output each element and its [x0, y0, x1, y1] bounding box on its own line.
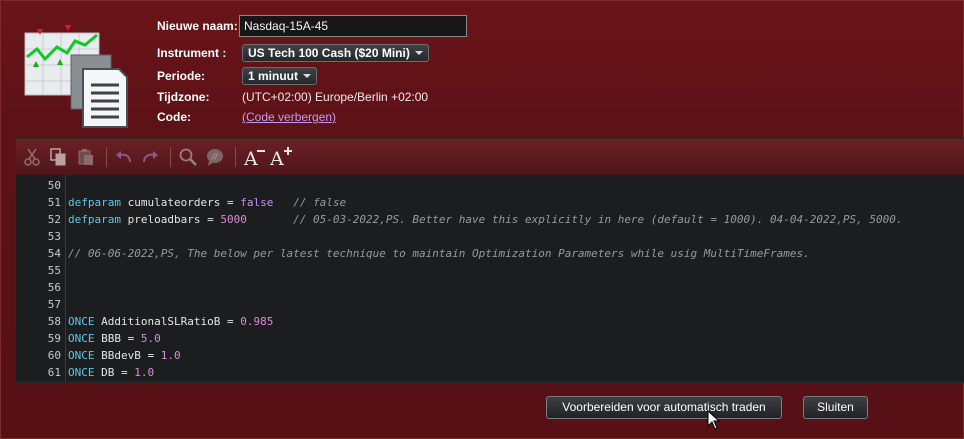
code-line: 53 — [16, 228, 964, 245]
instrument-value: US Tech 100 Cash ($20 Mini) — [248, 46, 410, 60]
code-keyword: ONCE — [68, 332, 95, 345]
period-value: 1 minuut — [248, 69, 298, 83]
code-line: 54 // 06-06-2022,PS, The below per latest… — [16, 245, 964, 262]
code-comment: // 06-06-2022,PS, The below per latest t… — [68, 247, 810, 260]
font-increase-icon[interactable]: A — [269, 147, 294, 170]
cut-icon[interactable] — [22, 147, 42, 167]
instrument-dropdown[interactable]: US Tech 100 Cash ($20 Mini) — [242, 44, 429, 62]
code-text: ONCE DB = 1.0 — [68, 364, 154, 381]
code-keyword: ONCE — [68, 366, 95, 379]
editor-toolbar: // A A — [16, 139, 964, 176]
line-number: 61 — [47, 366, 61, 379]
code-label: Code: — [157, 110, 191, 124]
code-identifier: cumulateorders — [120, 196, 227, 209]
code-value: 1.0 — [134, 366, 155, 379]
line-number: 51 — [47, 196, 61, 209]
code-operator: = — [127, 332, 141, 345]
line-number: 58 — [47, 315, 61, 328]
code-operator: = — [147, 349, 161, 362]
code-keyword: ONCE — [68, 315, 95, 328]
code-operator: = — [226, 315, 241, 328]
code-value: 5.0 — [140, 332, 161, 345]
paste-icon[interactable] — [76, 147, 96, 167]
code-line: 57 — [16, 296, 964, 313]
code-line: 60 ONCE BBdevB = 1.0 — [16, 347, 964, 364]
code-text: defparam preloadbars = 5000 // 05-03-202… — [68, 211, 902, 228]
code-text: ONCE AdditionalSLRatioB = 0.985 — [68, 313, 273, 330]
code-text: defparam cumulateorders = false // false — [68, 194, 346, 211]
search-icon[interactable] — [178, 147, 198, 167]
program-logo-icon — [24, 25, 128, 128]
toolbar-separator — [106, 147, 107, 167]
copy-icon[interactable] — [48, 147, 68, 167]
code-operator: = — [226, 196, 241, 209]
close-button[interactable]: Sluiten — [803, 396, 868, 419]
code-line: 50 — [16, 177, 964, 194]
code-keyword: defparam — [68, 196, 121, 209]
line-number: 56 — [47, 281, 61, 294]
code-comment: // false — [273, 196, 347, 209]
line-number: 57 — [47, 298, 61, 311]
svg-text:A: A — [244, 148, 258, 167]
name-input[interactable] — [239, 15, 467, 37]
redo-icon[interactable] — [140, 147, 160, 167]
code-line: 56 — [16, 279, 964, 296]
line-number: 54 — [47, 247, 61, 260]
dialog-window: Nieuwe naam: Instrument : US Tech 100 Ca… — [0, 0, 964, 439]
code-value: 1.0 — [160, 349, 181, 362]
code-identifier: BBB — [94, 332, 128, 345]
svg-text:A: A — [270, 148, 284, 167]
code-area[interactable]: 50 51 defparam cumulateorders = false // f… — [16, 175, 964, 382]
code-editor: // A A 50 51 defparam cumulateorders = fal… — [15, 138, 964, 383]
code-keyword: ONCE — [68, 349, 95, 362]
period-label: Periode: — [157, 69, 206, 83]
timezone-value: (UTC+02:00) Europe/Berlin +02:00 — [242, 90, 429, 104]
code-operator: = — [121, 366, 135, 379]
code-line: 59 ONCE BBB = 5.0 — [16, 330, 964, 347]
code-text: ONCE BBdevB = 1.0 — [68, 347, 181, 364]
hide-code-link[interactable]: (Code verbergen) — [242, 110, 336, 124]
line-number: 55 — [47, 264, 61, 277]
undo-icon[interactable] — [114, 147, 134, 167]
prepare-auto-trading-button[interactable]: Voorbereiden voor automatisch traden — [546, 396, 782, 419]
code-line: 61 ONCE DB = 1.0 — [16, 364, 964, 381]
code-value: 0.985 — [240, 315, 274, 328]
line-number: 59 — [47, 332, 61, 345]
line-number: 50 — [47, 179, 61, 192]
chevron-down-icon — [414, 51, 423, 55]
code-identifier: preloadbars — [120, 213, 208, 226]
code-text: // 06-06-2022,PS, The below per latest t… — [68, 245, 810, 262]
code-line: 52 defparam preloadbars = 5000 // 05-03-2… — [16, 211, 964, 228]
timezone-label: Tijdzone: — [157, 90, 210, 104]
code-comment: // 05-03-2022,PS. Better have this expli… — [246, 213, 903, 226]
code-identifier: AdditionalSLRatioB — [94, 315, 227, 328]
toolbar-separator — [170, 147, 171, 167]
font-decrease-icon[interactable]: A — [243, 147, 268, 170]
code-operator: = — [207, 213, 221, 226]
code-value: 5000 — [220, 213, 247, 226]
instrument-label: Instrument : — [157, 46, 227, 60]
line-number: 60 — [47, 349, 61, 362]
comment-icon[interactable]: // — [205, 147, 225, 167]
code-line: 55 — [16, 262, 964, 279]
line-number: 52 — [47, 213, 61, 226]
code-line: 51 defparam cumulateorders = false // fal… — [16, 194, 964, 211]
line-number: 53 — [47, 230, 61, 243]
name-label: Nieuwe naam: — [157, 19, 238, 33]
code-text: ONCE BBB = 5.0 — [68, 330, 161, 347]
mouse-pointer-icon — [707, 410, 721, 430]
code-identifier: DB — [94, 366, 121, 379]
toolbar-separator — [235, 147, 236, 167]
period-dropdown[interactable]: 1 minuut — [242, 67, 317, 85]
code-identifier: BBdevB — [94, 349, 148, 362]
code-line: 58 ONCE AdditionalSLRatioB = 0.985 — [16, 313, 964, 330]
code-value: false — [240, 196, 274, 209]
code-keyword: defparam — [68, 213, 121, 226]
chevron-down-icon — [303, 74, 311, 78]
